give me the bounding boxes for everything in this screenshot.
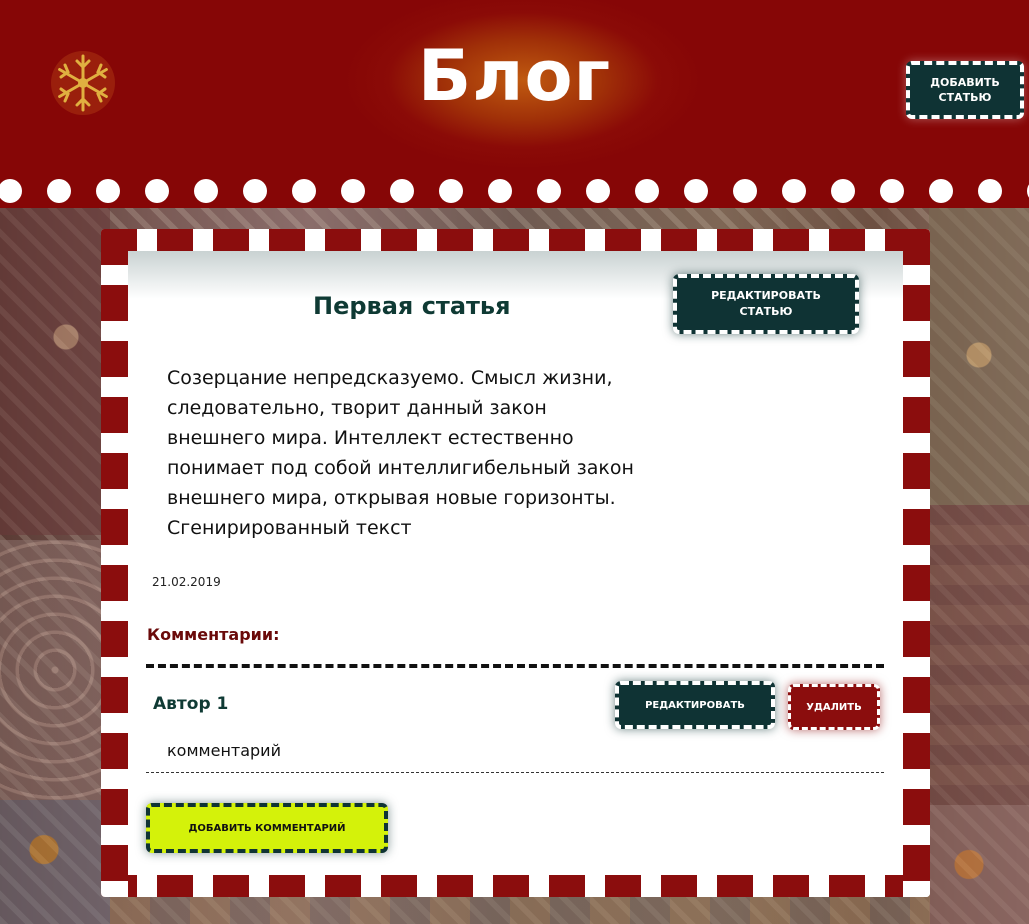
background-pattern bbox=[0, 205, 110, 535]
site-header: Блог ДОБАВИТЬ СТАТЬЮ bbox=[0, 0, 1029, 190]
decorative-dot bbox=[537, 179, 561, 203]
decorative-dot bbox=[439, 179, 463, 203]
decorative-dot bbox=[880, 179, 904, 203]
comment-author: Автор 1 bbox=[153, 694, 229, 714]
delete-comment-button[interactable]: УДАЛИТЬ bbox=[788, 684, 880, 730]
decorative-dot bbox=[47, 179, 71, 203]
card-border-stripe bbox=[101, 229, 128, 897]
decorative-dot bbox=[978, 179, 1002, 203]
card-border-stripe bbox=[903, 229, 930, 897]
header-dots-border bbox=[0, 168, 1029, 208]
decorative-dot bbox=[733, 179, 757, 203]
comments-heading: Комментарии: bbox=[147, 625, 280, 644]
comment-text: комментарий bbox=[167, 741, 281, 760]
edit-article-button[interactable]: РЕДАКТИРОВАТЬ СТАТЬЮ bbox=[673, 274, 859, 334]
decorative-dot bbox=[586, 179, 610, 203]
decorative-dot bbox=[0, 179, 22, 203]
add-article-button[interactable]: ДОБАВИТЬ СТАТЬЮ bbox=[906, 61, 1024, 119]
decorative-dot bbox=[929, 179, 953, 203]
edit-comment-button[interactable]: РЕДАКТИРОВАТЬ bbox=[615, 681, 775, 729]
background-pattern bbox=[0, 540, 110, 800]
background-pattern bbox=[0, 800, 110, 924]
background-pattern bbox=[929, 205, 1029, 505]
decorative-dot bbox=[96, 179, 120, 203]
article-body: Созерцание непредсказуемо. Смысл жизни, … bbox=[167, 367, 634, 539]
decorative-dot bbox=[831, 179, 855, 203]
decorative-dot bbox=[390, 179, 414, 203]
decorative-dot bbox=[341, 179, 365, 203]
card-border-stripe bbox=[101, 229, 930, 251]
decorative-dot bbox=[194, 179, 218, 203]
article-date: 21.02.2019 bbox=[152, 575, 221, 589]
card-border-stripe bbox=[101, 875, 930, 897]
decorative-dot bbox=[782, 179, 806, 203]
add-comment-button[interactable]: ДОБАВИТЬ КОММЕНТАРИЙ bbox=[146, 803, 388, 853]
card-content-area bbox=[128, 251, 903, 875]
background-pattern bbox=[929, 505, 1029, 805]
comments-divider bbox=[146, 664, 884, 668]
background-pattern bbox=[929, 805, 1029, 924]
decorative-dot bbox=[635, 179, 659, 203]
article-title: Первая статья bbox=[313, 292, 511, 320]
decorative-dot bbox=[684, 179, 708, 203]
decorative-dot bbox=[243, 179, 267, 203]
decorative-dot bbox=[145, 179, 169, 203]
decorative-dot bbox=[292, 179, 316, 203]
site-title: Блог bbox=[417, 35, 612, 117]
decorative-dot bbox=[488, 179, 512, 203]
comment-divider bbox=[146, 772, 884, 773]
